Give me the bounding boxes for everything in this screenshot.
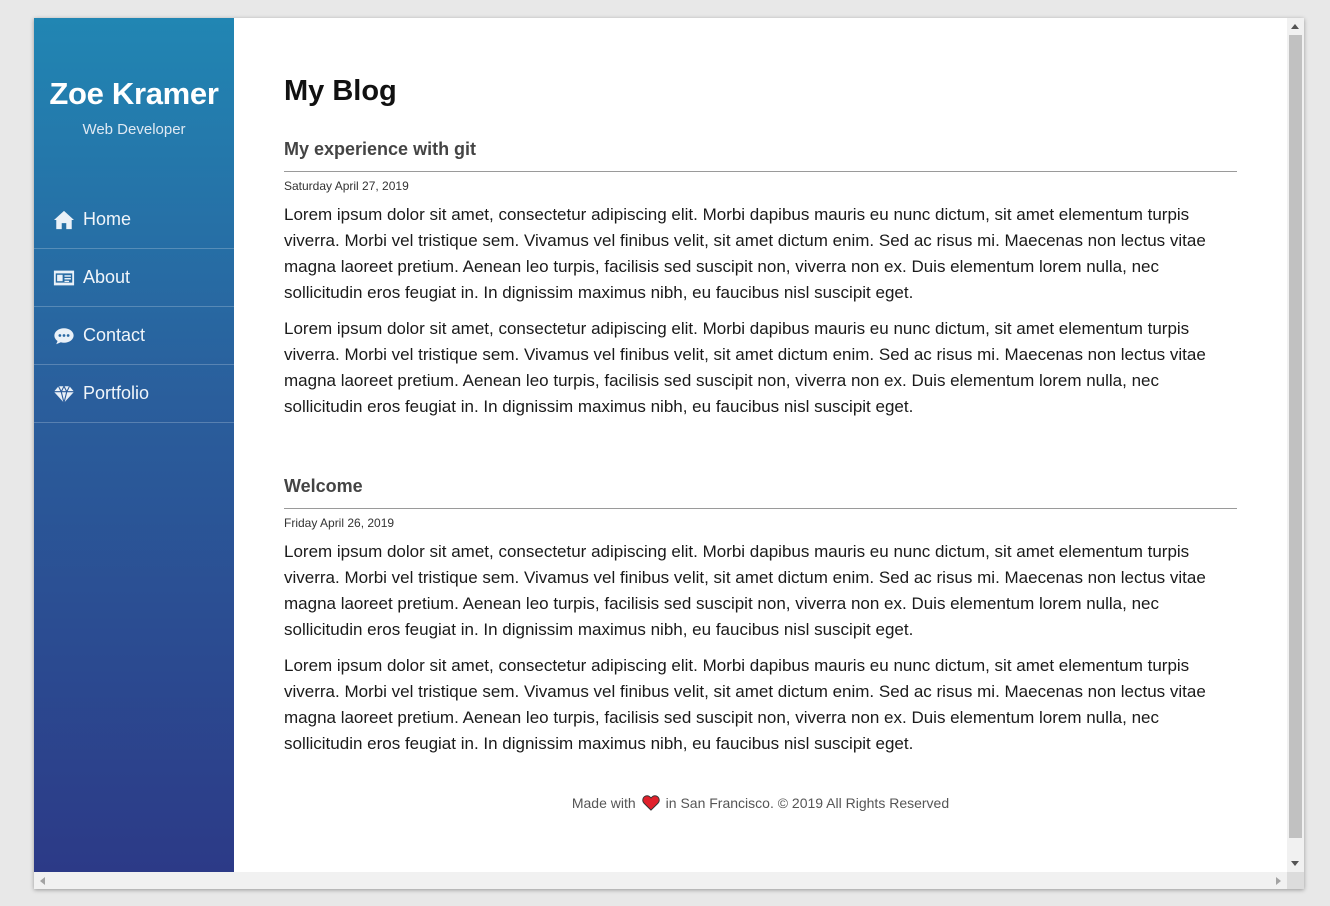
sidebar-item-label: About bbox=[83, 267, 131, 287]
blog-post: My experience with git Saturday April 27… bbox=[284, 139, 1237, 420]
main-content: My Blog My experience with git Saturday … bbox=[234, 18, 1287, 872]
sidebar-item-about[interactable]: About bbox=[34, 249, 234, 307]
post-paragraph: Lorem ipsum dolor sit amet, consectetur … bbox=[284, 542, 1206, 639]
page-title: My Blog bbox=[284, 75, 397, 107]
author-name: Zoe Kramer bbox=[49, 76, 219, 111]
home-icon bbox=[54, 210, 74, 229]
author-role: Web Developer bbox=[82, 121, 186, 138]
footer-text-before: Made with bbox=[571, 795, 636, 811]
horizontal-scrollbar[interactable] bbox=[34, 872, 1287, 889]
post-date: Saturday April 27, 2019 bbox=[284, 179, 409, 193]
chat-bubble-icon bbox=[54, 327, 74, 344]
heart-icon bbox=[641, 795, 660, 811]
sidebar-item-contact[interactable]: Contact bbox=[34, 307, 234, 365]
sidebar-item-portfolio[interactable]: Portfolio bbox=[34, 365, 234, 423]
scrollbar-corner bbox=[1287, 872, 1304, 889]
post-date: Friday April 26, 2019 bbox=[284, 516, 395, 530]
scroll-left-arrow-icon[interactable] bbox=[40, 877, 45, 885]
footer-text-after: in San Francisco. © 2019 All Rights Rese… bbox=[665, 795, 950, 811]
footer: Made with in San Francisco. © 2019 All R… bbox=[284, 795, 1237, 811]
diamond-icon bbox=[53, 384, 75, 403]
sidebar-item-label: Contact bbox=[83, 325, 146, 345]
sidebar-item-label: Portfolio bbox=[83, 383, 150, 403]
browser-window: Zoe Kramer Web Developer Home About Cont… bbox=[34, 18, 1304, 889]
post-title[interactable]: Welcome bbox=[284, 476, 1237, 509]
scroll-up-arrow-icon[interactable] bbox=[1291, 24, 1299, 29]
scroll-right-arrow-icon[interactable] bbox=[1276, 877, 1281, 885]
id-card-icon bbox=[53, 270, 75, 285]
sidebar: Zoe Kramer Web Developer Home About Cont… bbox=[34, 18, 234, 872]
post-paragraph: Lorem ipsum dolor sit amet, consectetur … bbox=[284, 205, 1206, 302]
vertical-scrollbar[interactable] bbox=[1287, 18, 1304, 872]
post-paragraph: Lorem ipsum dolor sit amet, consectetur … bbox=[284, 656, 1206, 753]
scrollbar-thumb[interactable] bbox=[1289, 35, 1302, 838]
scroll-down-arrow-icon[interactable] bbox=[1291, 861, 1299, 866]
sidebar-item-home[interactable]: Home bbox=[34, 191, 234, 249]
post-title[interactable]: My experience with git bbox=[284, 139, 1237, 172]
post-paragraph: Lorem ipsum dolor sit amet, consectetur … bbox=[284, 319, 1206, 416]
sidebar-nav: Home About Contact Portfolio bbox=[34, 191, 234, 423]
sidebar-item-label: Home bbox=[83, 209, 132, 229]
blog-post: Welcome Friday April 26, 2019 Lorem ipsu… bbox=[284, 476, 1237, 757]
brand: Zoe Kramer Web Developer bbox=[34, 18, 234, 191]
